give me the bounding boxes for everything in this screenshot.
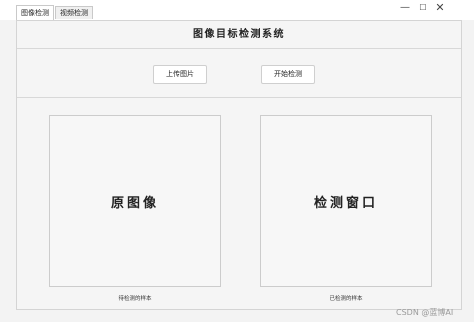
original-image-view: 原图像 bbox=[49, 115, 221, 287]
detection-result-placeholder: 检测窗口 bbox=[313, 195, 378, 211]
tab-video-detection[interactable]: 视频检测 bbox=[55, 6, 93, 19]
upload-image-button[interactable]: 上传图片 bbox=[153, 65, 207, 84]
minimize-icon[interactable]: — bbox=[397, 2, 413, 14]
page-title: 图像目标检测系统 bbox=[17, 21, 461, 49]
watermark: CSDN @蓝博AI bbox=[396, 308, 454, 317]
tab-bar: 图像检测 视频检测 — ☐ ✕ bbox=[0, 0, 474, 20]
maximize-icon[interactable]: ☐ bbox=[415, 2, 431, 14]
detection-result-caption: 已检测的样本 bbox=[329, 296, 363, 302]
tab-image-detection[interactable]: 图像检测 bbox=[16, 5, 54, 20]
original-image-caption: 待检测的样本 bbox=[118, 296, 152, 302]
app-window: 图像检测 视频检测 — ☐ ✕ 图像目标检测系统 上传图片 开始检测 原图像 检… bbox=[0, 0, 474, 322]
image-detection-panel: 图像目标检测系统 上传图片 开始检测 原图像 检测窗口 待检测的样本 已检测的样… bbox=[16, 20, 462, 310]
original-image-placeholder: 原图像 bbox=[110, 195, 159, 211]
detection-result-view: 检测窗口 bbox=[260, 115, 432, 287]
close-icon[interactable]: ✕ bbox=[432, 2, 448, 14]
toolbar: 上传图片 开始检测 bbox=[17, 49, 461, 98]
start-detection-button[interactable]: 开始检测 bbox=[261, 65, 315, 84]
